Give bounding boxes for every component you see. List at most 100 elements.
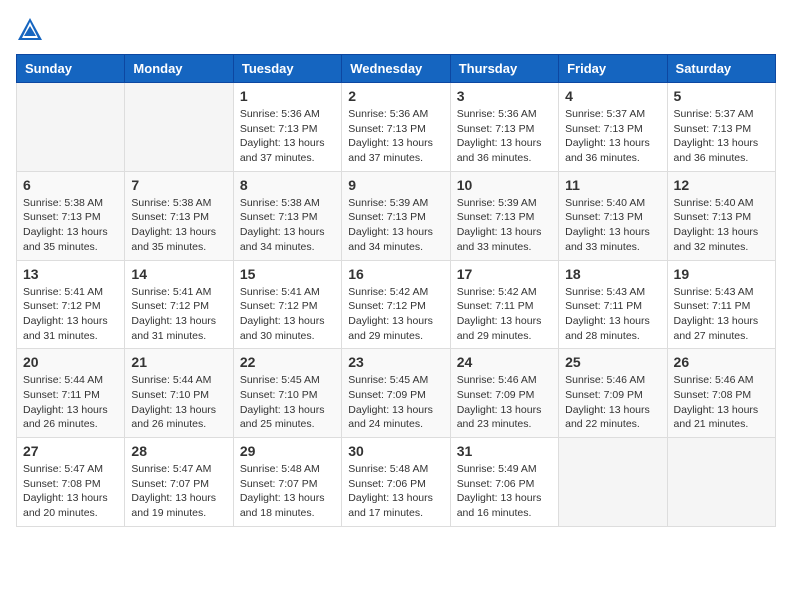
calendar-cell: 23 Sunrise: 5:45 AMSunset: 7:09 PMDayligh… bbox=[342, 349, 450, 438]
day-number: 10 bbox=[457, 177, 552, 193]
week-row-5: 27 Sunrise: 5:47 AMSunset: 7:08 PMDayligh… bbox=[17, 438, 776, 527]
day-info: Sunrise: 5:43 AMSunset: 7:11 PMDaylight:… bbox=[674, 285, 769, 344]
day-number: 12 bbox=[674, 177, 769, 193]
day-number: 20 bbox=[23, 354, 118, 370]
day-info: Sunrise: 5:37 AMSunset: 7:13 PMDaylight:… bbox=[565, 107, 660, 166]
day-number: 30 bbox=[348, 443, 443, 459]
calendar-cell: 7 Sunrise: 5:38 AMSunset: 7:13 PMDaylight… bbox=[125, 171, 233, 260]
day-number: 13 bbox=[23, 266, 118, 282]
day-info: Sunrise: 5:46 AMSunset: 7:09 PMDaylight:… bbox=[565, 373, 660, 432]
day-number: 24 bbox=[457, 354, 552, 370]
day-number: 8 bbox=[240, 177, 335, 193]
calendar-cell: 6 Sunrise: 5:38 AMSunset: 7:13 PMDaylight… bbox=[17, 171, 125, 260]
calendar-cell bbox=[559, 438, 667, 527]
day-info: Sunrise: 5:46 AMSunset: 7:09 PMDaylight:… bbox=[457, 373, 552, 432]
day-info: Sunrise: 5:39 AMSunset: 7:13 PMDaylight:… bbox=[348, 196, 443, 255]
day-info: Sunrise: 5:45 AMSunset: 7:10 PMDaylight:… bbox=[240, 373, 335, 432]
page-header bbox=[16, 16, 776, 44]
day-info: Sunrise: 5:38 AMSunset: 7:13 PMDaylight:… bbox=[131, 196, 226, 255]
calendar-cell: 5 Sunrise: 5:37 AMSunset: 7:13 PMDaylight… bbox=[667, 83, 775, 172]
day-info: Sunrise: 5:47 AMSunset: 7:07 PMDaylight:… bbox=[131, 462, 226, 521]
day-info: Sunrise: 5:41 AMSunset: 7:12 PMDaylight:… bbox=[240, 285, 335, 344]
day-info: Sunrise: 5:44 AMSunset: 7:11 PMDaylight:… bbox=[23, 373, 118, 432]
week-row-1: 1 Sunrise: 5:36 AMSunset: 7:13 PMDaylight… bbox=[17, 83, 776, 172]
day-info: Sunrise: 5:37 AMSunset: 7:13 PMDaylight:… bbox=[674, 107, 769, 166]
day-info: Sunrise: 5:41 AMSunset: 7:12 PMDaylight:… bbox=[131, 285, 226, 344]
calendar-cell: 14 Sunrise: 5:41 AMSunset: 7:12 PMDayligh… bbox=[125, 260, 233, 349]
day-info: Sunrise: 5:49 AMSunset: 7:06 PMDaylight:… bbox=[457, 462, 552, 521]
day-info: Sunrise: 5:41 AMSunset: 7:12 PMDaylight:… bbox=[23, 285, 118, 344]
day-number: 1 bbox=[240, 88, 335, 104]
calendar-cell: 17Sunrise: 5:42 AMSunset: 7:11 PMDayligh… bbox=[450, 260, 558, 349]
calendar-cell: 3Sunrise: 5:36 AMSunset: 7:13 PMDaylight… bbox=[450, 83, 558, 172]
day-number: 25 bbox=[565, 354, 660, 370]
day-info: Sunrise: 5:40 AMSunset: 7:13 PMDaylight:… bbox=[565, 196, 660, 255]
calendar-cell bbox=[667, 438, 775, 527]
calendar-cell bbox=[125, 83, 233, 172]
day-number: 16 bbox=[348, 266, 443, 282]
day-number: 7 bbox=[131, 177, 226, 193]
calendar-cell: 9 Sunrise: 5:39 AMSunset: 7:13 PMDaylight… bbox=[342, 171, 450, 260]
day-info: Sunrise: 5:48 AMSunset: 7:07 PMDaylight:… bbox=[240, 462, 335, 521]
day-info: Sunrise: 5:44 AMSunset: 7:10 PMDaylight:… bbox=[131, 373, 226, 432]
calendar-cell: 21Sunrise: 5:44 AMSunset: 7:10 PMDayligh… bbox=[125, 349, 233, 438]
day-info: Sunrise: 5:47 AMSunset: 7:08 PMDaylight:… bbox=[23, 462, 118, 521]
day-info: Sunrise: 5:38 AMSunset: 7:13 PMDaylight:… bbox=[23, 196, 118, 255]
day-number: 22 bbox=[240, 354, 335, 370]
calendar-cell: 22 Sunrise: 5:45 AMSunset: 7:10 PMDayligh… bbox=[233, 349, 341, 438]
day-info: Sunrise: 5:42 AMSunset: 7:12 PMDaylight:… bbox=[348, 285, 443, 344]
calendar-cell: 28 Sunrise: 5:47 AMSunset: 7:07 PMDayligh… bbox=[125, 438, 233, 527]
day-info: Sunrise: 5:45 AMSunset: 7:09 PMDaylight:… bbox=[348, 373, 443, 432]
calendar-cell: 29 Sunrise: 5:48 AMSunset: 7:07 PMDayligh… bbox=[233, 438, 341, 527]
day-info: Sunrise: 5:38 AMSunset: 7:13 PMDaylight:… bbox=[240, 196, 335, 255]
day-number: 2 bbox=[348, 88, 443, 104]
day-info: Sunrise: 5:48 AMSunset: 7:06 PMDaylight:… bbox=[348, 462, 443, 521]
calendar-cell bbox=[17, 83, 125, 172]
day-number: 11 bbox=[565, 177, 660, 193]
calendar-header-row: SundayMondayTuesdayWednesdayThursdayFrid… bbox=[17, 55, 776, 83]
day-number: 18 bbox=[565, 266, 660, 282]
week-row-2: 6 Sunrise: 5:38 AMSunset: 7:13 PMDaylight… bbox=[17, 171, 776, 260]
calendar-cell: 8 Sunrise: 5:38 AMSunset: 7:13 PMDaylight… bbox=[233, 171, 341, 260]
calendar-cell: 1 Sunrise: 5:36 AMSunset: 7:13 PMDaylight… bbox=[233, 83, 341, 172]
logo-icon bbox=[16, 16, 44, 44]
day-number: 9 bbox=[348, 177, 443, 193]
day-number: 27 bbox=[23, 443, 118, 459]
day-info: Sunrise: 5:46 AMSunset: 7:08 PMDaylight:… bbox=[674, 373, 769, 432]
logo bbox=[16, 16, 48, 44]
day-number: 5 bbox=[674, 88, 769, 104]
day-number: 6 bbox=[23, 177, 118, 193]
day-header-monday: Monday bbox=[125, 55, 233, 83]
calendar-cell: 27 Sunrise: 5:47 AMSunset: 7:08 PMDayligh… bbox=[17, 438, 125, 527]
day-number: 29 bbox=[240, 443, 335, 459]
calendar-cell: 11 Sunrise: 5:40 AMSunset: 7:13 PMDayligh… bbox=[559, 171, 667, 260]
calendar-cell: 25 Sunrise: 5:46 AMSunset: 7:09 PMDayligh… bbox=[559, 349, 667, 438]
week-row-4: 20 Sunrise: 5:44 AMSunset: 7:11 PMDayligh… bbox=[17, 349, 776, 438]
calendar-cell: 12 Sunrise: 5:40 AMSunset: 7:13 PMDayligh… bbox=[667, 171, 775, 260]
day-info: Sunrise: 5:43 AMSunset: 7:11 PMDaylight:… bbox=[565, 285, 660, 344]
day-number: 3 bbox=[457, 88, 552, 104]
day-number: 23 bbox=[348, 354, 443, 370]
day-header-saturday: Saturday bbox=[667, 55, 775, 83]
calendar-cell: 18 Sunrise: 5:43 AMSunset: 7:11 PMDayligh… bbox=[559, 260, 667, 349]
day-info: Sunrise: 5:40 AMSunset: 7:13 PMDaylight:… bbox=[674, 196, 769, 255]
calendar-cell: 20 Sunrise: 5:44 AMSunset: 7:11 PMDayligh… bbox=[17, 349, 125, 438]
day-number: 28 bbox=[131, 443, 226, 459]
day-number: 14 bbox=[131, 266, 226, 282]
day-number: 17 bbox=[457, 266, 552, 282]
day-number: 26 bbox=[674, 354, 769, 370]
calendar-table: SundayMondayTuesdayWednesdayThursdayFrid… bbox=[16, 54, 776, 527]
calendar-cell: 31 Sunrise: 5:49 AMSunset: 7:06 PMDayligh… bbox=[450, 438, 558, 527]
day-number: 31 bbox=[457, 443, 552, 459]
day-number: 15 bbox=[240, 266, 335, 282]
calendar-cell: 26 Sunrise: 5:46 AMSunset: 7:08 PMDayligh… bbox=[667, 349, 775, 438]
day-header-wednesday: Wednesday bbox=[342, 55, 450, 83]
calendar-cell: 19 Sunrise: 5:43 AMSunset: 7:11 PMDayligh… bbox=[667, 260, 775, 349]
calendar-cell: 16 Sunrise: 5:42 AMSunset: 7:12 PMDayligh… bbox=[342, 260, 450, 349]
day-number: 19 bbox=[674, 266, 769, 282]
day-info: Sunrise: 5:36 AMSunset: 7:13 PMDaylight:… bbox=[240, 107, 335, 166]
calendar-cell: 4 Sunrise: 5:37 AMSunset: 7:13 PMDaylight… bbox=[559, 83, 667, 172]
day-number: 4 bbox=[565, 88, 660, 104]
day-info: Sunrise: 5:36 AMSunset: 7:13 PMDaylight:… bbox=[348, 107, 443, 166]
calendar-cell: 13 Sunrise: 5:41 AMSunset: 7:12 PMDayligh… bbox=[17, 260, 125, 349]
